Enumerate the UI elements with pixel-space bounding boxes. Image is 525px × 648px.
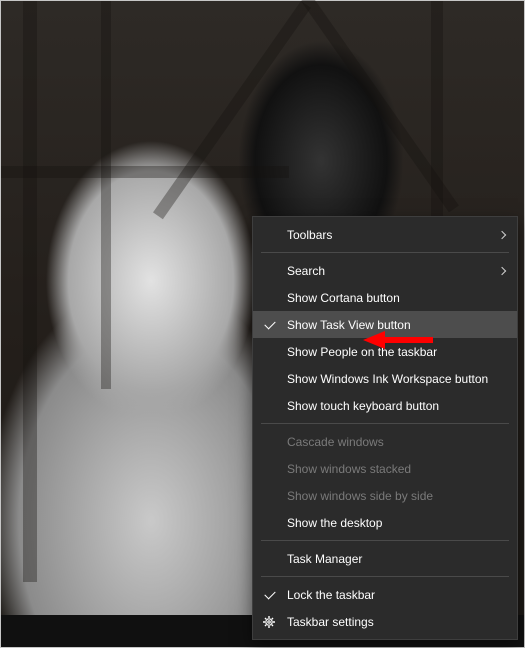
menu-item-taskbar-settings[interactable]: Taskbar settings <box>253 608 517 635</box>
menu-label: Task Manager <box>287 552 362 566</box>
menu-label: Show the desktop <box>287 516 382 530</box>
menu-separator <box>261 576 509 577</box>
menu-item-show-touch-keyboard[interactable]: Show touch keyboard button <box>253 392 517 419</box>
menu-label: Show windows stacked <box>287 462 411 476</box>
menu-label: Cascade windows <box>287 435 384 449</box>
menu-label: Show touch keyboard button <box>287 399 439 413</box>
menu-label: Taskbar settings <box>287 615 374 629</box>
menu-item-show-people[interactable]: Show People on the taskbar <box>253 338 517 365</box>
menu-label: Show Cortana button <box>287 291 400 305</box>
menu-label: Search <box>287 264 325 278</box>
menu-item-windows-side-by-side: Show windows side by side <box>253 482 517 509</box>
menu-label: Show Windows Ink Workspace button <box>287 372 488 386</box>
menu-item-lock-taskbar[interactable]: Lock the taskbar <box>253 581 517 608</box>
menu-item-windows-stacked: Show windows stacked <box>253 455 517 482</box>
chevron-right-icon <box>498 230 506 238</box>
chevron-right-icon <box>498 266 506 274</box>
menu-item-task-manager[interactable]: Task Manager <box>253 545 517 572</box>
menu-item-show-desktop[interactable]: Show the desktop <box>253 509 517 536</box>
menu-label: Show windows side by side <box>287 489 433 503</box>
check-icon <box>264 318 275 329</box>
menu-item-search[interactable]: Search <box>253 257 517 284</box>
menu-label: Show Task View button <box>287 318 411 332</box>
check-icon <box>264 588 275 599</box>
gear-icon <box>263 616 275 628</box>
desktop: 6/16/2020 Toolbars Search Show Cortana b… <box>0 0 525 648</box>
menu-item-cascade-windows: Cascade windows <box>253 428 517 455</box>
menu-separator <box>261 252 509 253</box>
menu-item-toolbars[interactable]: Toolbars <box>253 221 517 248</box>
menu-item-show-ink-workspace[interactable]: Show Windows Ink Workspace button <box>253 365 517 392</box>
menu-item-show-cortana[interactable]: Show Cortana button <box>253 284 517 311</box>
menu-item-show-task-view[interactable]: Show Task View button <box>253 311 517 338</box>
menu-separator <box>261 540 509 541</box>
menu-label: Show People on the taskbar <box>287 345 437 359</box>
menu-label: Toolbars <box>287 228 332 242</box>
taskbar-context-menu: Toolbars Search Show Cortana button Show… <box>252 216 518 640</box>
menu-separator <box>261 423 509 424</box>
menu-label: Lock the taskbar <box>287 588 375 602</box>
